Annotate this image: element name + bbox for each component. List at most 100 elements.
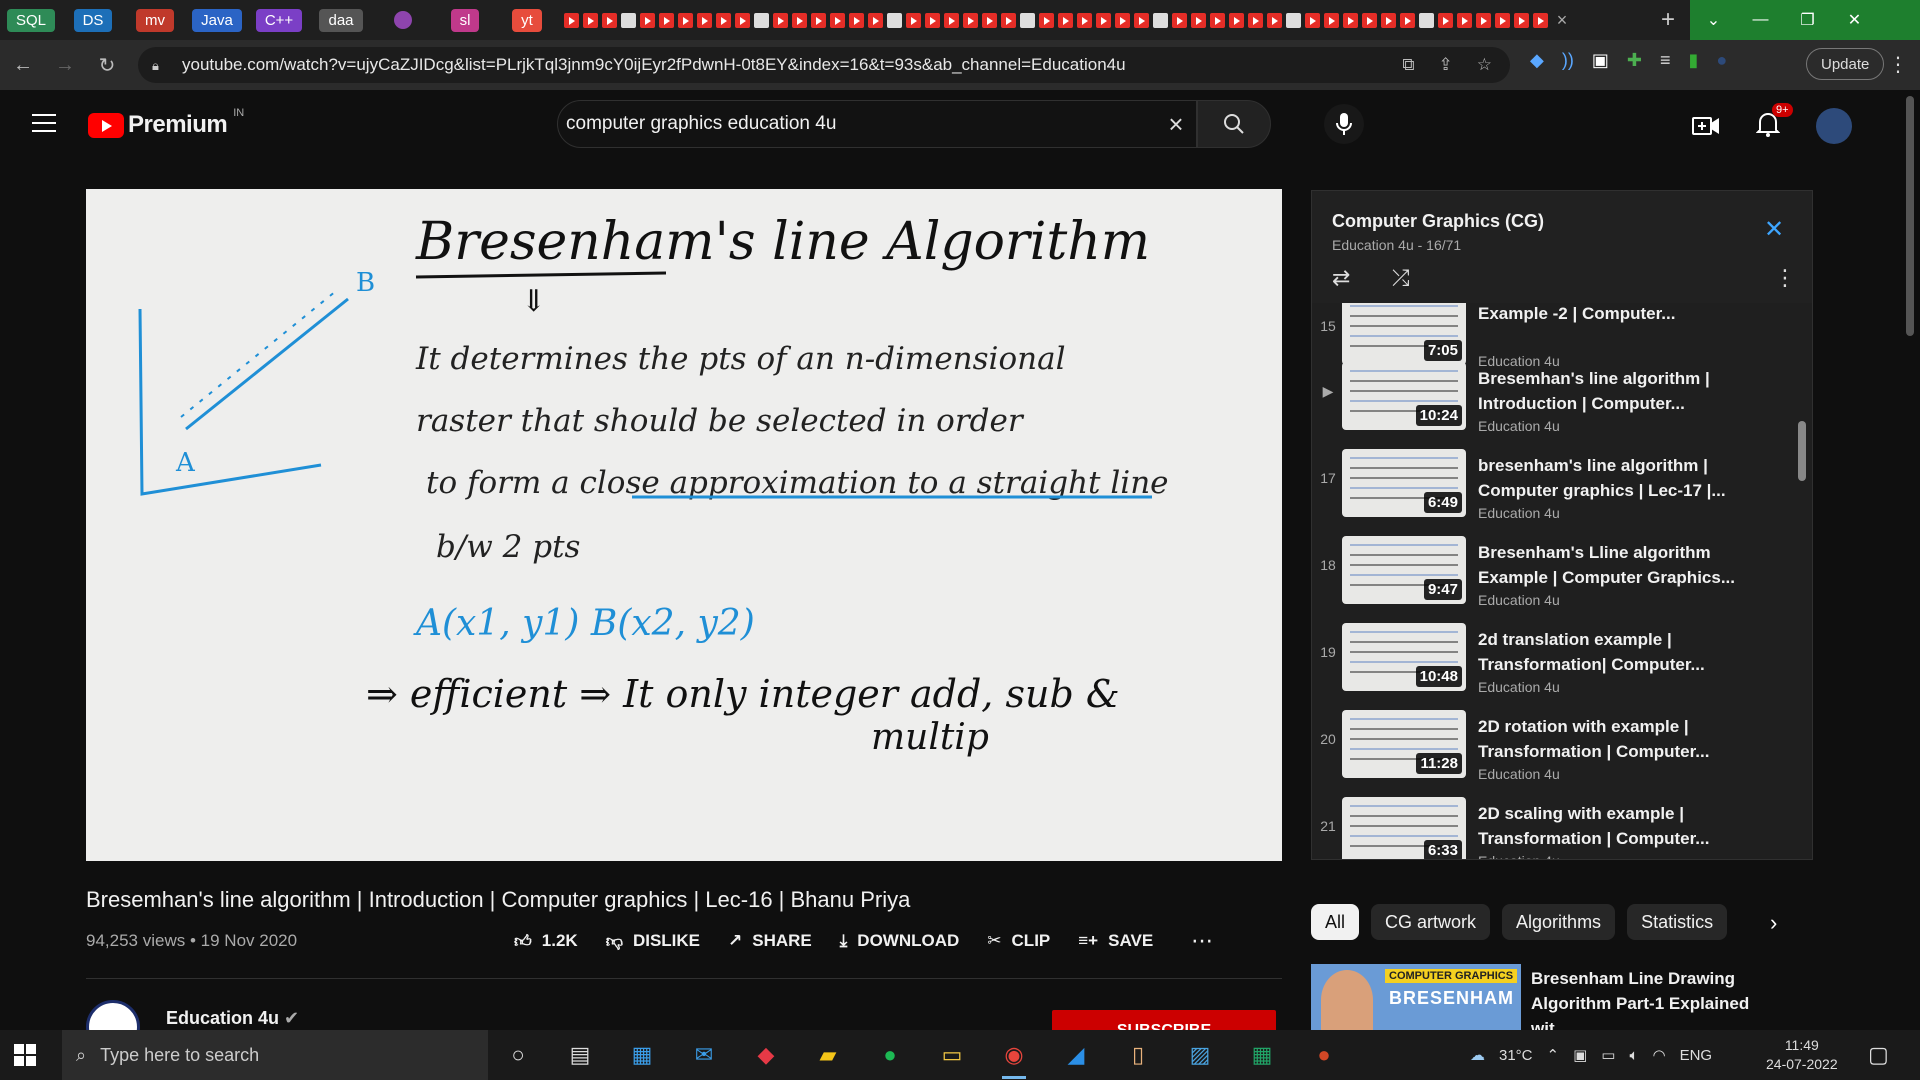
mail-icon[interactable]: ✉ [686,1037,722,1073]
pinned-tab-dot[interactable] [372,0,434,40]
chip-all[interactable]: All [1311,904,1360,940]
tab-favicon-icon[interactable] [1495,12,1510,28]
search-button[interactable] [1197,100,1271,148]
tab-favicon-icon[interactable] [1248,12,1263,28]
playlist-item-thumbnail[interactable]: 7:05 [1342,297,1466,365]
puzzle-icon[interactable]: ✚ [1627,50,1642,71]
reading-list-icon[interactable]: ≡ [1660,50,1671,71]
playlist-item-thumbnail[interactable]: 9:47 [1342,536,1466,604]
create-video-icon[interactable] [1692,115,1720,137]
tab-favicon-icon[interactable] [868,12,883,28]
close-playlist-icon[interactable]: ✕ [1764,215,1784,244]
sticky-notes-icon[interactable]: ▰ [810,1037,846,1073]
vscode-icon[interactable]: ◢ [1058,1037,1094,1073]
notifications-button[interactable]: 9+ [1755,102,1793,142]
store-icon[interactable]: ▦ [624,1037,660,1073]
playlist-item-thumbnail[interactable]: 10:24 [1342,362,1466,430]
tab-favicon-icon[interactable] [773,12,788,28]
windows-start-icon[interactable] [14,1044,36,1071]
battery-icon[interactable]: ▭ [1601,1046,1615,1064]
back-button[interactable]: ← [4,46,42,84]
tab-favicon-icon[interactable] [1172,12,1187,28]
tab-favicon-icon[interactable] [716,12,731,28]
taskbar-search[interactable]: ⌕ Type here to search [62,1030,488,1080]
tab-favicon-icon[interactable] [564,12,579,28]
tab-favicon-icon[interactable] [602,12,617,28]
powerpoint-icon[interactable]: ● [1306,1037,1342,1073]
chrome-icon[interactable]: ◉ [996,1037,1032,1079]
pinned-tab-cpp[interactable]: C++ [248,0,310,40]
tray-chevron-icon[interactable]: ⌃ [1547,1046,1560,1064]
tab-favicon-icon[interactable] [754,12,769,28]
spotify-icon[interactable]: ● [872,1037,908,1073]
tab-favicon-icon[interactable] [1001,12,1016,28]
pinned-tab-sl[interactable]: sl [434,0,496,40]
playlist-item[interactable]: 19 10:48 2d translation example | Transfor… [1312,619,1812,706]
maximize-button[interactable]: ❐ [1784,0,1831,40]
excel-icon[interactable]: ▦ [1244,1037,1280,1073]
weather-icon[interactable]: ☁ [1470,1046,1485,1064]
extension-icon[interactable]: ◆ [1530,50,1544,71]
tab-favicon-icon[interactable] [1077,12,1092,28]
minimize-button[interactable]: — [1737,0,1784,40]
tab-favicon-icon[interactable] [1476,12,1491,28]
tab-favicon-icon[interactable] [849,12,864,28]
dislike-button[interactable]: 👎︎ DISLIKE [606,931,700,952]
tab-favicon-icon[interactable] [735,12,750,28]
chip-algorithms[interactable]: Algorithms [1502,904,1616,940]
voice-search-button[interactable] [1324,104,1364,144]
tab-favicon-icon[interactable] [1153,12,1168,28]
tab-favicon-icon[interactable] [1362,12,1377,28]
tab-favicon-icon[interactable] [1020,12,1035,28]
tab-favicon-icon[interactable] [925,12,940,28]
tab-favicon-icon[interactable] [944,12,959,28]
playlist-item-title[interactable]: Bresenham's Lline algorithm Example | Co… [1478,540,1778,590]
playlist-item-title[interactable]: 2D scaling with example | Transformation… [1478,801,1778,851]
tab-favicon-icon[interactable] [906,12,921,28]
more-actions-icon[interactable]: ⋯ [1191,928,1213,954]
tab-favicon-icon[interactable] [678,12,693,28]
tab-favicon-icon[interactable] [830,12,845,28]
tab-favicon-icon[interactable] [1039,12,1054,28]
tab-favicons[interactable]: × [558,0,1648,40]
page-scrollbar[interactable] [1906,96,1914,336]
app-red-icon[interactable]: ◆ [748,1037,784,1073]
open-in-app-icon[interactable]: ⧉ [1402,55,1414,75]
tab-favicon-icon[interactable] [963,12,978,28]
playlist-item-title[interactable]: Example -2 | Computer... [1478,301,1778,326]
playlist-item-title[interactable]: 2d translation example | Transformation|… [1478,627,1778,677]
playlist-item[interactable]: 17 6:49 bresenham's line algorithm | Compu… [1312,445,1812,532]
tab-favicon-icon[interactable] [887,12,902,28]
chip-statistics[interactable]: Statistics [1627,904,1728,940]
download-button[interactable]: ⤓ DOWNLOAD [840,931,960,951]
menu-icon[interactable] [32,114,56,138]
cortana-icon[interactable]: ○ [500,1037,536,1073]
playlist-item-thumbnail[interactable]: 11:28 [1342,710,1466,778]
tab-favicon-icon[interactable] [1343,12,1358,28]
bookmark-star-icon[interactable]: ☆ [1477,55,1492,75]
playlist-item-title[interactable]: Bresemhan's line algorithm | Introductio… [1478,366,1778,416]
tab-favicon-icon[interactable] [1058,12,1073,28]
tab-search-button[interactable]: ⌄ [1690,0,1737,40]
tab-favicon-icon[interactable] [583,12,598,28]
share-button[interactable]: ↗ SHARE [728,931,812,951]
tab-favicon-icon[interactable] [1305,12,1320,28]
tab-favicon-icon[interactable] [1229,12,1244,28]
reload-button[interactable]: ↻ [88,46,126,84]
clear-search-icon[interactable]: × [1156,109,1196,140]
read-aloud-icon[interactable]: )) [1562,50,1574,71]
update-button[interactable]: Update [1806,48,1885,80]
close-tab-icon[interactable]: × [1552,10,1572,31]
pinned-tab-java[interactable]: Java [186,0,248,40]
recommendation-thumbnail[interactable]: COMPUTER GRAPHICS BRESENHAM [1311,964,1521,1030]
tab-favicon-icon[interactable] [1267,12,1282,28]
like-button[interactable]: 👍︎ 1.2K [514,931,578,952]
file-explorer-icon[interactable]: ▭ [934,1037,970,1073]
chip-cg-artwork[interactable]: CG artwork [1371,904,1491,940]
tab-favicon-icon[interactable] [1400,12,1415,28]
pinned-tab-ds[interactable]: DS [62,0,124,40]
tab-favicon-icon[interactable] [1514,12,1529,28]
playlist-item[interactable]: 18 9:47 Bresenham's Lline algorithm Exampl… [1312,532,1812,619]
channel-name[interactable]: Education 4u ✔ [166,1008,299,1029]
address-bar[interactable]: 🔒︎ youtube.com/watch?v=ujyCaZJIDcg&list=… [138,47,1510,83]
